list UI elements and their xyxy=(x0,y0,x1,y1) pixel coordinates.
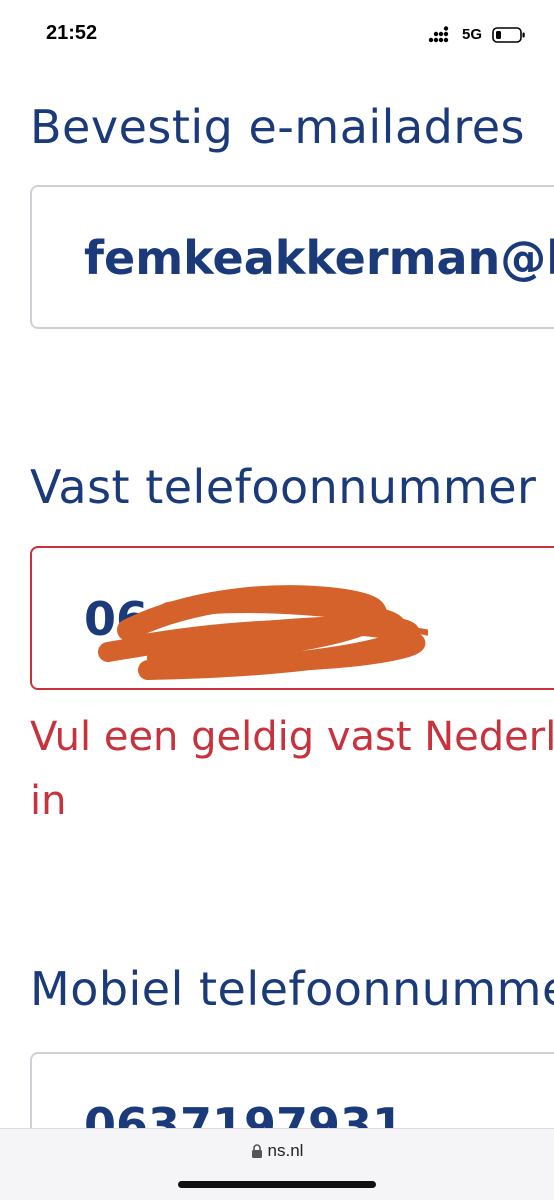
signal-icon xyxy=(428,26,449,43)
confirm-email-label: Bevestig e-mailadres xyxy=(30,100,525,154)
home-indicator[interactable] xyxy=(178,1181,376,1188)
confirm-email-field[interactable]: femkeakkerman@h xyxy=(30,185,554,329)
url-text: ns.nl xyxy=(267,1141,304,1160)
page: 21:52 5G Bevestig e-mailadres femkeakker… xyxy=(0,0,554,1200)
network-type: 5G xyxy=(462,26,483,43)
url-display[interactable]: ns.nl xyxy=(0,1141,554,1161)
status-bar: 21:52 5G xyxy=(0,0,554,70)
lock-icon xyxy=(251,1144,262,1158)
landline-phone-label: Vast telefoonnummer o xyxy=(30,460,554,514)
landline-error-message: Vul een geldig vast Nederl in xyxy=(30,714,554,824)
mobile-phone-label: Mobiel telefoonnumme xyxy=(30,962,554,1016)
landline-phone-field[interactable]: 06 xyxy=(30,546,554,690)
redaction-scribble xyxy=(98,585,428,680)
battery-icon xyxy=(492,27,525,43)
browser-address-bar[interactable]: ns.nl xyxy=(0,1128,554,1200)
status-time: 21:52 xyxy=(46,22,98,44)
confirm-email-value: femkeakkerman@h xyxy=(84,231,554,285)
